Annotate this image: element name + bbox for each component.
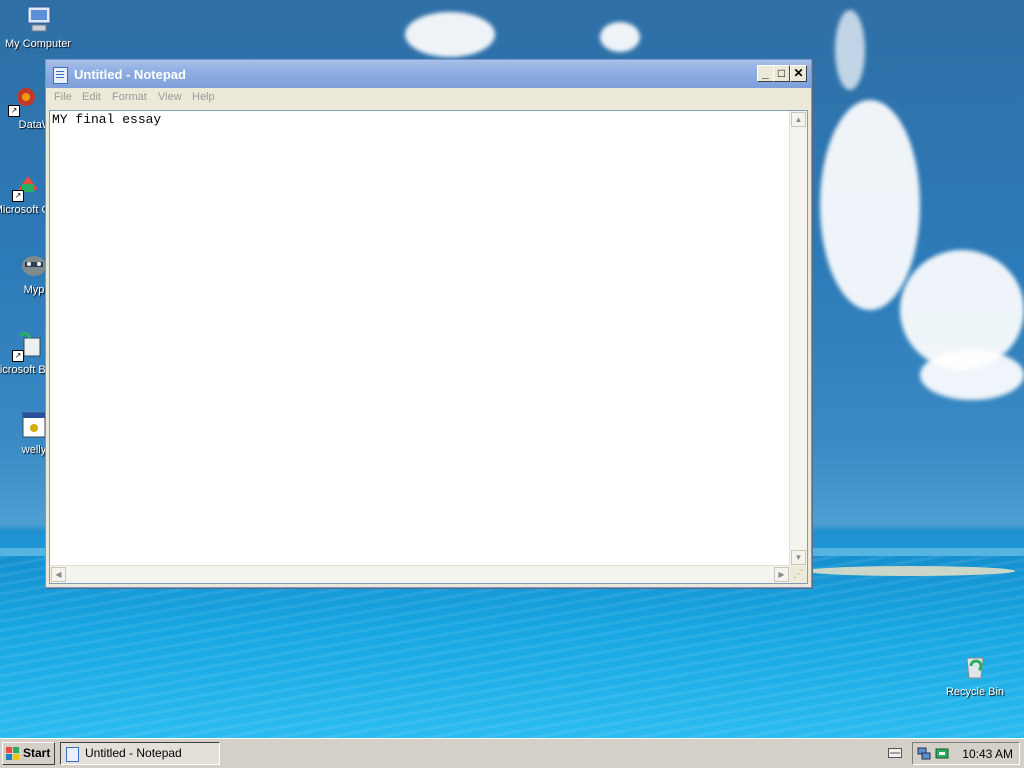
resize-grip[interactable]: ⋰ [790, 566, 807, 583]
desktop-icon-label: My Computer [4, 38, 72, 50]
notepad-icon[interactable] [53, 67, 68, 84]
maximize-button[interactable]: □ [773, 65, 790, 82]
recycle-bin-label: Recycle Bin [945, 686, 1005, 698]
notepad-icon [66, 747, 79, 762]
horizontal-scrollbar[interactable]: ◀ ▶ [50, 565, 790, 583]
menu-file[interactable]: File [54, 91, 72, 103]
taskbar: Start Untitled - Notepad 10:43 AM [0, 738, 1024, 768]
cloud [820, 100, 920, 310]
shortcut-arrow-icon: ↗ [8, 105, 20, 117]
title-bar[interactable]: Untitled - Notepad _ □ ✕ [46, 60, 811, 88]
visual-basic-icon: ↗ [12, 330, 44, 362]
clock[interactable]: 10:43 AM [962, 747, 1013, 761]
computer-icon [22, 4, 54, 36]
menu-edit[interactable]: Edit [82, 91, 101, 103]
keyboard-icon[interactable] [888, 748, 902, 761]
text-content[interactable]: MY final essay [52, 112, 789, 565]
cloud [405, 12, 495, 57]
network-icon[interactable] [917, 747, 931, 760]
security-icon[interactable] [935, 747, 949, 760]
window-title: Untitled - Notepad [74, 67, 186, 82]
shortcut-arrow-icon: ↗ [12, 190, 24, 202]
cloud [920, 350, 1024, 400]
notepad-window[interactable]: Untitled - Notepad _ □ ✕ File Edit Forma… [45, 59, 812, 588]
windows-flag-icon [6, 747, 20, 760]
menu-bar: File Edit Format View Help [46, 88, 811, 108]
cloud [600, 22, 640, 52]
start-label: Start [23, 746, 51, 760]
scroll-left-button[interactable]: ◀ [51, 567, 66, 582]
vertical-scrollbar[interactable]: ▲ ▼ [789, 111, 807, 566]
taskbar-item-label: Untitled - Notepad [85, 746, 182, 760]
minimize-button[interactable]: _ [757, 65, 774, 82]
scroll-right-button[interactable]: ▶ [774, 567, 789, 582]
menu-view[interactable]: View [158, 91, 182, 103]
recycle-bin-icon [959, 650, 991, 682]
close-button[interactable]: ✕ [790, 65, 807, 82]
taskbar-item-notepad[interactable]: Untitled - Notepad [60, 742, 220, 765]
scroll-up-button[interactable]: ▲ [791, 112, 806, 127]
menu-format[interactable]: Format [112, 91, 147, 103]
system-tray: 10:43 AM [912, 742, 1020, 765]
datawa-icon: ↗ [8, 85, 40, 117]
start-button[interactable]: Start [2, 742, 55, 765]
desktop-icon-my-computer[interactable]: My Computer [0, 4, 76, 51]
desktop-icon-recycle-bin[interactable]: Recycle Bin [940, 650, 1010, 698]
sand-bar [805, 566, 1015, 576]
shortcut-arrow-icon: ↗ [12, 350, 24, 362]
menu-help[interactable]: Help [192, 91, 215, 103]
visual-cpp-icon: ↗ [12, 170, 44, 202]
cloud [835, 10, 865, 90]
scroll-down-button[interactable]: ▼ [791, 550, 806, 565]
text-editor[interactable]: MY final essay ▲ ▼ ◀ ▶ ⋰ [49, 110, 808, 584]
